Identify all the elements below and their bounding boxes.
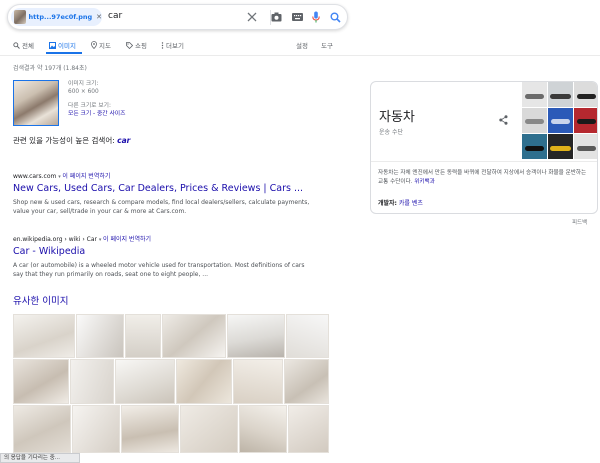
search-result: en.wikipedia.org › wiki › Car ▾ 이 페이지 번역… (13, 234, 333, 279)
car-image[interactable] (522, 82, 547, 107)
keyboard-icon[interactable] (291, 11, 303, 23)
similar-image[interactable] (239, 405, 287, 453)
translate-link[interactable]: 이 페이지 번역하기 (103, 236, 151, 243)
car-image[interactable] (522, 108, 547, 133)
query-image-thumbnail[interactable] (13, 80, 59, 126)
tag-icon (126, 41, 133, 49)
kp-divider (371, 161, 597, 162)
similar-images-title[interactable]: 유사한 이미지 (13, 293, 68, 307)
tabs-divider (0, 55, 600, 56)
car-image[interactable] (574, 108, 597, 133)
car-image[interactable] (522, 134, 547, 159)
similar-image[interactable] (288, 405, 329, 453)
similar-image[interactable] (115, 359, 175, 404)
car-image[interactable] (548, 108, 573, 133)
image-info: 이미지 크기: 600 × 600 다른 크기로 보기: 모든 크기 - 중간 … (68, 80, 125, 118)
car-image[interactable] (548, 134, 573, 159)
active-tab-indicator (46, 52, 82, 54)
knowledge-panel: 자동차 운송 수단 자동차는 자체 엔진에서 만든 동력을 바퀴에 전달하여 지… (370, 81, 598, 214)
other-sizes-link[interactable]: 모든 크기 - 중간 사이즈 (68, 110, 125, 118)
result-snippet: Shop new & used cars, research & compare… (13, 199, 310, 215)
similar-image[interactable] (121, 405, 179, 453)
image-size-label: 이미지 크기: (68, 81, 99, 87)
car-image[interactable] (548, 82, 573, 107)
search-icon (13, 41, 20, 49)
related-search: 관련 있을 가능성이 높은 검색어: car (13, 135, 130, 146)
tab-label: 전체 (22, 42, 34, 50)
other-sizes-label: 다른 크기로 보기: (68, 103, 111, 109)
similar-image[interactable] (13, 314, 75, 358)
result-url-text: www.cars.com (13, 173, 57, 180)
result-snippet: A car (or automobile) is a wheeled motor… (13, 262, 305, 278)
search-bar: http...97ec0f.png ✕ car (7, 4, 348, 30)
chip-label: http...97ec0f.png (28, 13, 93, 21)
developer-link[interactable]: 카를 벤츠 (399, 200, 423, 207)
image-size-value: 600 × 600 (68, 89, 99, 95)
tab-images[interactable]: 이미지 (49, 40, 76, 50)
feedback-link[interactable]: 피드백 (572, 218, 587, 226)
similar-image[interactable] (125, 314, 161, 358)
more-vert-icon (161, 41, 164, 49)
mic-icon[interactable] (310, 11, 322, 23)
result-url-text: en.wikipedia.org › wiki › Car (13, 236, 97, 243)
similar-image[interactable] (286, 314, 329, 358)
result-stats: 검색결과 약 197개 (1.84초) (13, 65, 87, 72)
result-title-link[interactable]: New Cars, Used Cars, Car Dealers, Prices… (13, 183, 333, 194)
similar-image[interactable] (227, 314, 285, 358)
car-image[interactable] (574, 134, 597, 159)
car-image[interactable] (574, 82, 597, 107)
search-result: www.cars.com ▾ 이 페이지 번역하기 New Cars, Used… (13, 171, 333, 216)
settings-link[interactable]: 설정 (296, 40, 308, 50)
tab-all[interactable]: 전체 (13, 40, 34, 50)
search-tabs: 전체 이미지 지도 쇼핑 더보기 설정 도구 (0, 36, 600, 54)
similar-image[interactable] (76, 314, 124, 358)
kp-developer: 개발자: 카를 벤츠 (378, 198, 423, 207)
tab-maps[interactable]: 지도 (91, 40, 111, 50)
chip-thumbnail (14, 10, 26, 24)
wikipedia-link[interactable]: 위키백과 (414, 179, 435, 185)
clear-icon[interactable] (246, 11, 258, 23)
result-url: en.wikipedia.org › wiki › Car ▾ 이 페이지 번역… (13, 234, 333, 243)
kp-description-text: 자동차는 자체 엔진에서 만든 동력을 바퀴에 전달하여 지상에서 승객이나 화… (378, 170, 587, 185)
tab-label: 쇼핑 (135, 42, 147, 50)
tab-shopping[interactable]: 쇼핑 (126, 40, 147, 50)
kp-image-grid[interactable] (522, 82, 597, 161)
similar-image[interactable] (70, 359, 114, 404)
chip-close-icon[interactable]: ✕ (96, 13, 102, 21)
search-input[interactable]: car (108, 11, 122, 21)
status-bar: 의 응답을 기다리는 중... (0, 453, 80, 463)
similar-image[interactable] (13, 359, 69, 404)
tab-label: 더보기 (166, 42, 184, 50)
translate-link[interactable]: 이 페이지 번역하기 (62, 173, 110, 180)
developer-label: 개발자: (378, 200, 397, 207)
tab-label: 지도 (99, 42, 111, 50)
result-url: www.cars.com ▾ 이 페이지 번역하기 (13, 171, 333, 180)
tab-label: 이미지 (58, 42, 76, 50)
image-icon (49, 41, 56, 49)
image-chip[interactable]: http...97ec0f.png ✕ (11, 8, 102, 26)
related-term-link[interactable]: car (117, 136, 130, 145)
kp-subtitle: 운송 수단 (379, 129, 403, 136)
result-title-link[interactable]: Car - Wikipedia (13, 246, 333, 257)
camera-icon[interactable] (270, 11, 282, 23)
related-prefix: 관련 있을 가능성이 높은 검색어: (13, 136, 115, 145)
tools-link[interactable]: 도구 (321, 40, 333, 50)
similar-image[interactable] (233, 359, 283, 404)
similar-image[interactable] (13, 405, 71, 453)
kp-title: 자동차 (379, 110, 415, 125)
search-icon[interactable] (329, 11, 341, 23)
similar-image[interactable] (72, 405, 120, 453)
kp-description: 자동차는 자체 엔진에서 만든 동력을 바퀴에 전달하여 지상에서 승객이나 화… (378, 169, 593, 187)
map-pin-icon (91, 41, 97, 49)
similar-image[interactable] (176, 359, 232, 404)
similar-image[interactable] (162, 314, 226, 358)
similar-image[interactable] (284, 359, 329, 404)
tab-more[interactable]: 더보기 (161, 40, 184, 50)
similar-image[interactable] (180, 405, 238, 453)
share-icon[interactable] (499, 110, 508, 129)
